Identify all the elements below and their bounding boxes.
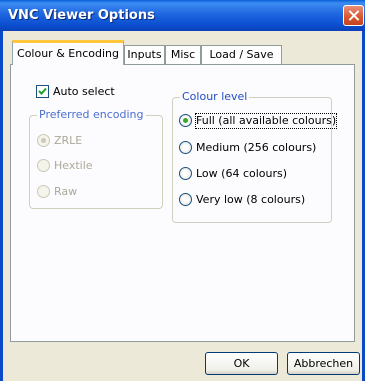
tab-panel: Auto select Preferred encoding ZRLE Hext… (10, 64, 355, 342)
radio-button[interactable] (179, 141, 192, 154)
title-bar: VNC Viewer Options (0, 0, 365, 31)
checkmark-icon (38, 87, 47, 95)
window-border-left (0, 31, 3, 381)
tab-label: Load / Save (209, 48, 274, 61)
colour-level-group: Colour level Full (all available colours… (172, 90, 338, 223)
option-label: Hextile (54, 159, 93, 172)
option-label: Low (64 colours) (196, 167, 288, 180)
option-label: Very low (8 colours) (196, 193, 306, 206)
tab-label: Inputs (127, 48, 162, 61)
checkbox-box[interactable] (36, 85, 49, 98)
radio-button[interactable] (37, 134, 50, 147)
preferred-encoding-group: Preferred encoding ZRLE Hextile Raw (29, 108, 163, 209)
option-label: Raw (54, 185, 78, 198)
radio-button[interactable] (179, 167, 192, 180)
radio-button[interactable] (179, 193, 192, 206)
radio-button[interactable] (37, 159, 50, 172)
tab-label: Misc (170, 48, 196, 61)
radio-button[interactable] (179, 114, 192, 127)
window-title: VNC Viewer Options (8, 8, 155, 23)
cancel-button[interactable]: Abbrechen (287, 352, 360, 375)
tab-load-save[interactable]: Load / Save (201, 45, 282, 64)
tab-colour-encoding[interactable]: Colour & Encoding (12, 40, 124, 65)
tab-misc[interactable]: Misc (165, 45, 201, 64)
colour-level-title: Colour level (180, 90, 250, 103)
auto-select-label: Auto select (53, 85, 115, 98)
radio-button[interactable] (37, 185, 50, 198)
option-label: Full (all available colours) (194, 113, 338, 129)
option-label: Medium (256 colours) (196, 141, 317, 154)
close-icon[interactable] (343, 5, 364, 26)
ok-button[interactable]: OK (205, 352, 278, 375)
tab-inputs[interactable]: Inputs (124, 45, 165, 64)
option-label: ZRLE (54, 134, 83, 147)
tab-label: Colour & Encoding (17, 47, 119, 60)
preferred-encoding-title: Preferred encoding (37, 108, 146, 121)
